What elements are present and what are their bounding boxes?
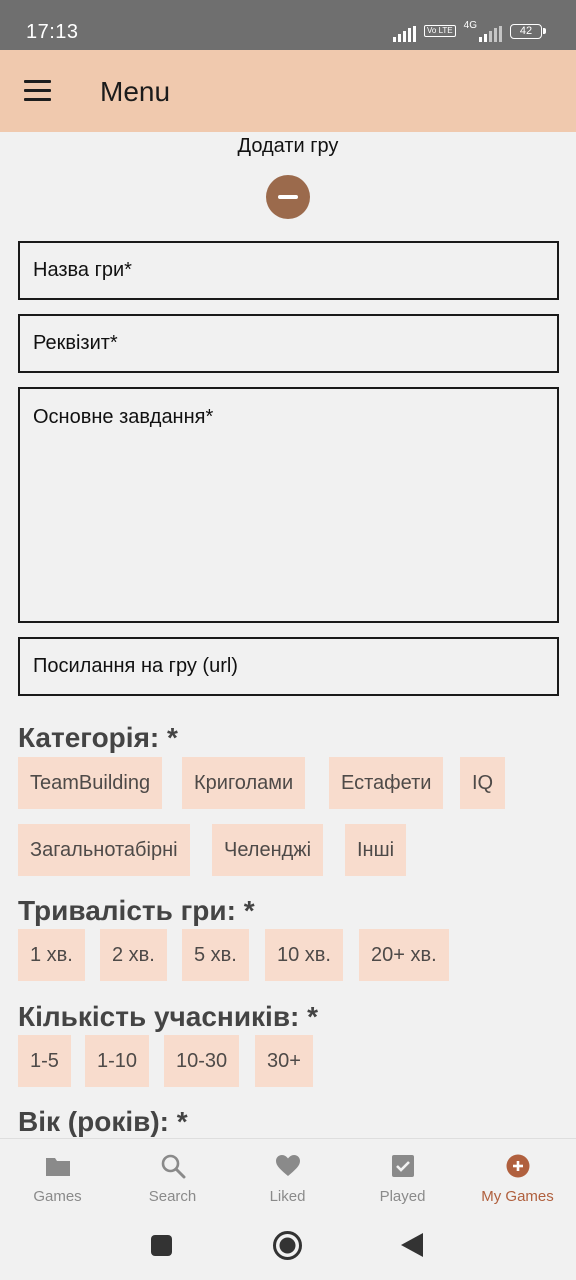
duration-chip[interactable]: 2 хв. — [100, 929, 167, 981]
heart-icon — [275, 1155, 300, 1176]
hamburger-icon[interactable] — [24, 80, 52, 102]
nav-liked[interactable]: Liked — [230, 1139, 345, 1221]
category-chip[interactable]: TeamBuilding — [18, 757, 163, 809]
participants-chip[interactable]: 30+ — [255, 1035, 313, 1087]
age-title: Вік (років): * — [18, 1106, 188, 1137]
bottom-nav: Games Search Liked Played My Games — [0, 1138, 576, 1220]
search-icon — [161, 1154, 185, 1179]
nav-label: Played — [379, 1188, 426, 1205]
app-title: Menu — [100, 76, 171, 107]
minus-circle-icon[interactable] — [266, 175, 310, 219]
system-nav — [0, 1220, 576, 1280]
folder-icon — [45, 1158, 70, 1176]
nav-search[interactable]: Search — [115, 1139, 230, 1221]
cell-signal-icon — [479, 26, 502, 42]
category-title: Категорія: * — [18, 722, 178, 753]
back-icon[interactable] — [400, 1232, 424, 1258]
add-circle-icon — [506, 1154, 529, 1178]
wifi-signal-icon — [393, 26, 416, 42]
category-chip[interactable]: IQ — [460, 757, 506, 809]
props-input[interactable]: Реквізит* — [18, 314, 559, 373]
participants-chip[interactable]: 10-30 — [164, 1035, 240, 1087]
category-chip[interactable]: Інші — [345, 824, 407, 876]
category-chip[interactable]: Естафети — [329, 757, 444, 809]
battery-icon: 42 — [510, 23, 546, 39]
checkbox-icon — [391, 1155, 414, 1177]
category-chip[interactable]: Криголами — [182, 757, 306, 809]
duration-chip[interactable]: 20+ хв. — [359, 929, 449, 981]
status-icons: Vo LTE 4G 42 — [393, 20, 546, 42]
participants-title: Кількість учасників: * — [18, 1001, 319, 1032]
home-icon[interactable] — [272, 1230, 303, 1261]
status-time: 17:13 — [26, 21, 79, 43]
nav-my-games[interactable]: My Games — [460, 1139, 575, 1221]
volte-icon: Vo LTE — [424, 25, 456, 37]
battery-level: 42 — [510, 23, 542, 39]
nav-games[interactable]: Games — [0, 1139, 115, 1221]
participants-chip[interactable]: 1-10 — [85, 1035, 150, 1087]
nav-label: Liked — [269, 1188, 306, 1205]
app-bar: Menu — [0, 50, 576, 132]
duration-title: Тривалість гри: * — [18, 895, 255, 926]
participants-chip[interactable]: 1-5 — [18, 1035, 71, 1087]
game-name-input[interactable]: Назва гри* — [18, 241, 559, 300]
duration-chip[interactable]: 1 хв. — [18, 929, 85, 981]
recents-icon[interactable] — [150, 1234, 173, 1257]
nav-label: My Games — [481, 1188, 554, 1205]
duration-chip[interactable]: 5 хв. — [182, 929, 249, 981]
nav-label: Games — [33, 1188, 82, 1205]
main-task-textarea[interactable]: Основне завдання* — [18, 387, 559, 623]
category-chip[interactable]: Загальнотабірні — [18, 824, 190, 876]
category-chip[interactable]: Челенджі — [212, 824, 324, 876]
duration-chip[interactable]: 10 хв. — [265, 929, 343, 981]
add-game-heading: Додати гру — [237, 135, 339, 157]
game-url-input[interactable]: Посилання на гру (url) — [18, 637, 559, 696]
nav-label: Search — [148, 1188, 197, 1205]
nav-played[interactable]: Played — [345, 1139, 460, 1221]
status-bar: 17:13 Vo LTE 4G 42 — [0, 0, 576, 50]
network-type: 4G — [463, 20, 477, 31]
